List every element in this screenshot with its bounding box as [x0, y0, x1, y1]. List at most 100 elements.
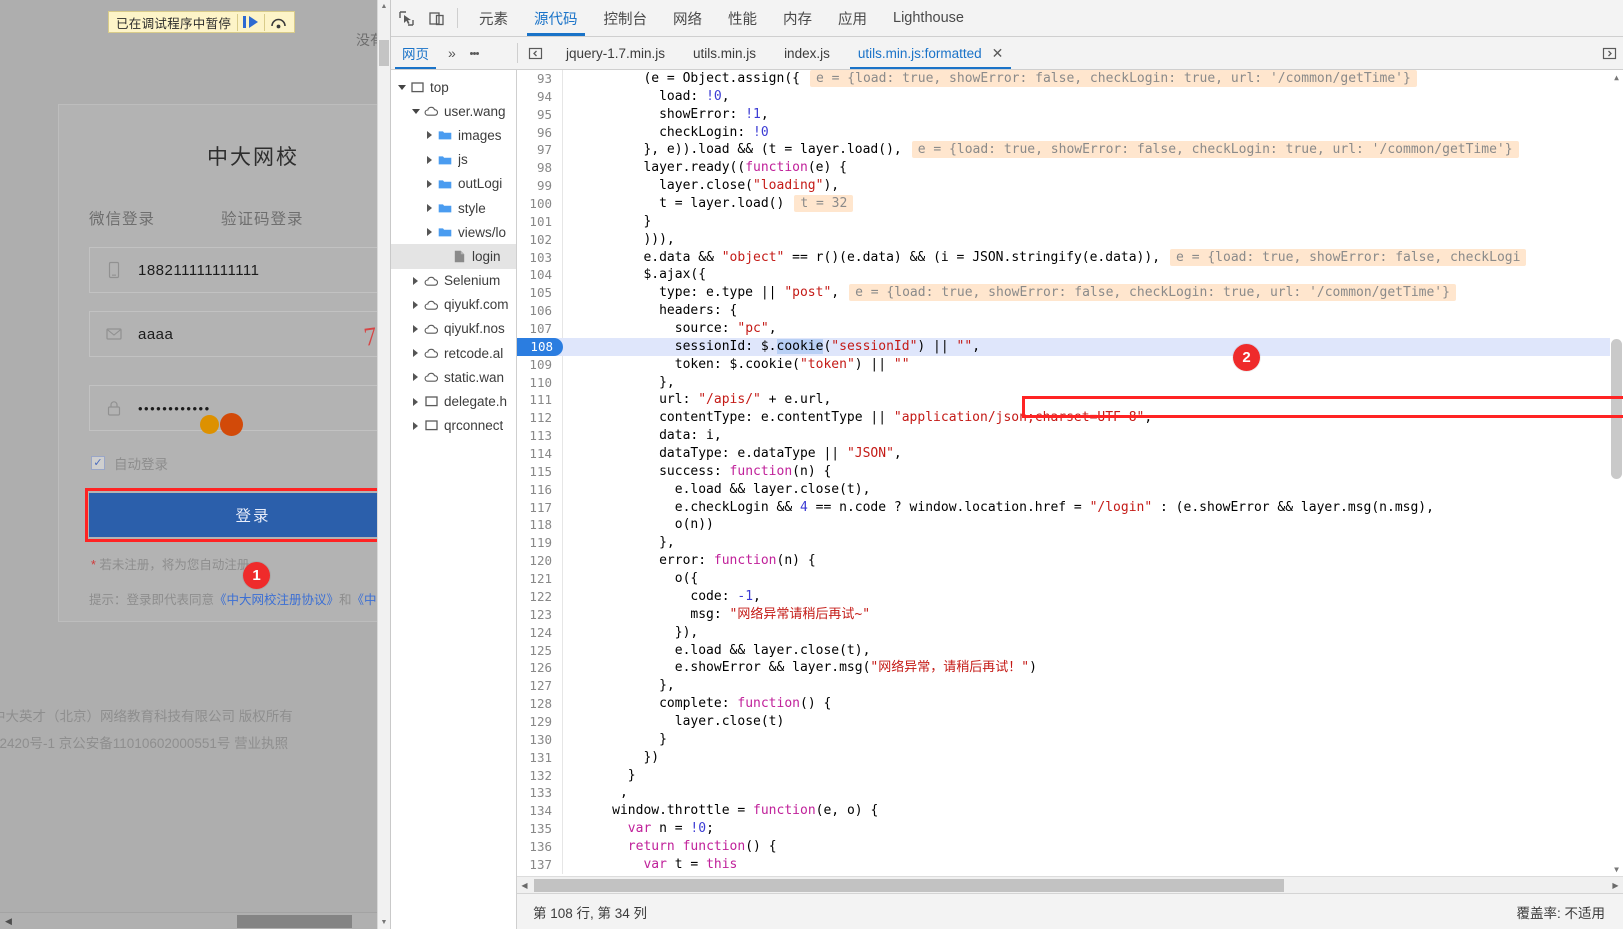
- code-line[interactable]: 94 load: !0,: [517, 87, 1623, 106]
- editor-vscroll-down[interactable]: ▼: [1610, 862, 1623, 876]
- code-line[interactable]: 96 checkLogin: !0: [517, 123, 1623, 142]
- tab-wechat-login[interactable]: 微信登录: [89, 207, 155, 229]
- editor-horizontal-scrollbar[interactable]: ◀ ▶: [517, 876, 1623, 893]
- code-line[interactable]: 126 e.showError && layer.msg("网络异常，请稍后再试…: [517, 659, 1623, 678]
- code-line[interactable]: 133 ,: [517, 784, 1623, 803]
- chevron-right-icon[interactable]: [423, 131, 436, 140]
- chevron-right-icon[interactable]: [409, 373, 422, 382]
- code-line[interactable]: 106 headers: {: [517, 302, 1623, 321]
- line-number[interactable]: 99: [517, 177, 563, 196]
- editor-vscroll-up[interactable]: ▲: [1610, 70, 1623, 84]
- chevron-down-icon[interactable]: [409, 108, 422, 114]
- line-number[interactable]: 97: [517, 141, 563, 160]
- page-horizontal-scrollbar[interactable]: ◀ ▶: [0, 912, 390, 929]
- line-number[interactable]: 111: [517, 391, 563, 410]
- nav-options-icon[interactable]: [464, 37, 486, 69]
- line-number[interactable]: 108: [517, 337, 563, 356]
- code-line[interactable]: 110 },: [517, 373, 1623, 392]
- login-button[interactable]: 登录: [89, 493, 390, 537]
- tree-node-style[interactable]: style: [391, 196, 516, 220]
- tab-application[interactable]: 应用: [825, 0, 880, 36]
- code-line[interactable]: 124 }),: [517, 623, 1623, 642]
- page-vscroll-thumb[interactable]: [379, 40, 389, 66]
- line-number[interactable]: 105: [517, 284, 563, 303]
- scroll-left-arrow[interactable]: ◀: [0, 916, 17, 927]
- code-line[interactable]: 93 (e = Object.assign({e = {load: true, …: [517, 70, 1623, 88]
- editor-hscroll-right[interactable]: ▶: [1608, 881, 1623, 890]
- line-number[interactable]: 103: [517, 248, 563, 267]
- tree-node-outlogi[interactable]: outLogi: [391, 172, 516, 196]
- tree-node-images[interactable]: images: [391, 123, 516, 147]
- code-line[interactable]: 131 }): [517, 748, 1623, 767]
- page-vertical-scrollbar[interactable]: ▲ ▼: [377, 0, 390, 929]
- tree-node-js[interactable]: js: [391, 148, 516, 172]
- nav-more-button[interactable]: »: [440, 37, 464, 69]
- line-number[interactable]: 135: [517, 820, 563, 838]
- file-tab-utils-formatted[interactable]: utils.min.js:formatted ✕: [844, 37, 1018, 69]
- line-number[interactable]: 136: [517, 837, 563, 856]
- code-line[interactable]: 115 success: function(n) {: [517, 462, 1623, 481]
- line-number[interactable]: 100: [517, 195, 563, 213]
- tree-node-retcode-al[interactable]: retcode.al: [391, 341, 516, 365]
- chevron-right-icon[interactable]: [409, 276, 422, 285]
- line-number[interactable]: 132: [517, 766, 563, 785]
- tab-console[interactable]: 控制台: [591, 0, 661, 36]
- tab-performance[interactable]: 性能: [715, 0, 770, 36]
- chevron-right-icon[interactable]: [423, 155, 436, 164]
- tree-node-qiyukf-nos[interactable]: qiyukf.nos: [391, 317, 516, 341]
- code-line[interactable]: 132 }: [517, 766, 1623, 785]
- line-number[interactable]: 94: [517, 87, 563, 106]
- line-number[interactable]: 137: [517, 855, 563, 874]
- code-line[interactable]: 101 }: [517, 212, 1623, 231]
- code-line[interactable]: 122 code: -1,: [517, 587, 1623, 606]
- tree-node-top[interactable]: top: [391, 75, 516, 99]
- auto-login-row[interactable]: ✓ 自动登录: [91, 453, 390, 473]
- close-icon[interactable]: ✕: [992, 45, 1004, 62]
- editor-vertical-scrollbar[interactable]: ▲ ▼: [1610, 70, 1623, 876]
- page-hscroll-thumb[interactable]: [237, 914, 352, 928]
- code-line[interactable]: 108 sessionId: $.cookie("sessionId") || …: [517, 337, 1623, 356]
- line-number[interactable]: 129: [517, 712, 563, 731]
- chevron-right-icon[interactable]: [409, 421, 422, 430]
- code-line[interactable]: 121 o({: [517, 570, 1623, 588]
- chevron-right-icon[interactable]: [423, 228, 436, 237]
- line-number[interactable]: 102: [517, 230, 563, 249]
- chevron-right-icon[interactable]: [423, 179, 436, 188]
- file-tab-utils[interactable]: utils.min.js: [679, 37, 770, 69]
- line-number[interactable]: 119: [517, 534, 563, 553]
- code-line[interactable]: 127 },: [517, 677, 1623, 696]
- code-line[interactable]: 111 url: "/apis/" + e.url,: [517, 391, 1623, 410]
- tree-node-user-wang[interactable]: user.wang: [391, 99, 516, 123]
- code-line[interactable]: 98 layer.ready((function(e) {: [517, 159, 1623, 178]
- code-line[interactable]: 104 $.ajax({: [517, 266, 1623, 285]
- file-navigator-tree[interactable]: top user.wang images js outLogi style views/lo…: [391, 70, 517, 929]
- line-number[interactable]: 113: [517, 427, 563, 446]
- line-number[interactable]: 133: [517, 784, 563, 803]
- code-line[interactable]: 114 dataType: e.dataType || "JSON",: [517, 445, 1623, 463]
- line-number[interactable]: 110: [517, 373, 563, 392]
- line-number[interactable]: 115: [517, 462, 563, 481]
- device-toolbar-icon[interactable]: [421, 0, 451, 36]
- inspect-element-icon[interactable]: [391, 0, 421, 36]
- line-number[interactable]: 130: [517, 730, 563, 749]
- line-number[interactable]: 122: [517, 587, 563, 606]
- editor-hscroll-thumb[interactable]: [534, 878, 1284, 892]
- code-line[interactable]: 135 var n = !0;: [517, 820, 1623, 838]
- line-number[interactable]: 126: [517, 659, 563, 678]
- code-line[interactable]: 100 t = layer.load() t = 32: [517, 195, 1623, 213]
- line-number[interactable]: 117: [517, 498, 563, 517]
- code-line[interactable]: 103 e.data && "object" == r()(e.data) &&…: [517, 248, 1623, 267]
- page-vscroll-down[interactable]: ▼: [378, 916, 390, 929]
- chevron-down-icon[interactable]: [395, 84, 408, 90]
- chevron-right-icon[interactable]: [409, 324, 422, 333]
- code-line[interactable]: 112 contentType: e.contentType || "appli…: [517, 409, 1623, 428]
- agreement-link-1[interactable]: 《中大网校注册协议》: [214, 593, 339, 607]
- line-number[interactable]: 131: [517, 748, 563, 767]
- tree-node-views-lo[interactable]: views/lo: [391, 220, 516, 244]
- code-line[interactable]: 95 showError: !1,: [517, 105, 1623, 124]
- line-number[interactable]: 125: [517, 641, 563, 660]
- code-line[interactable]: 105 type: e.type || "post", e = {load: tr…: [517, 284, 1623, 303]
- code-line[interactable]: 120 error: function(n) {: [517, 552, 1623, 571]
- line-number[interactable]: 124: [517, 623, 563, 642]
- code-line[interactable]: 137 var t = this: [517, 855, 1623, 874]
